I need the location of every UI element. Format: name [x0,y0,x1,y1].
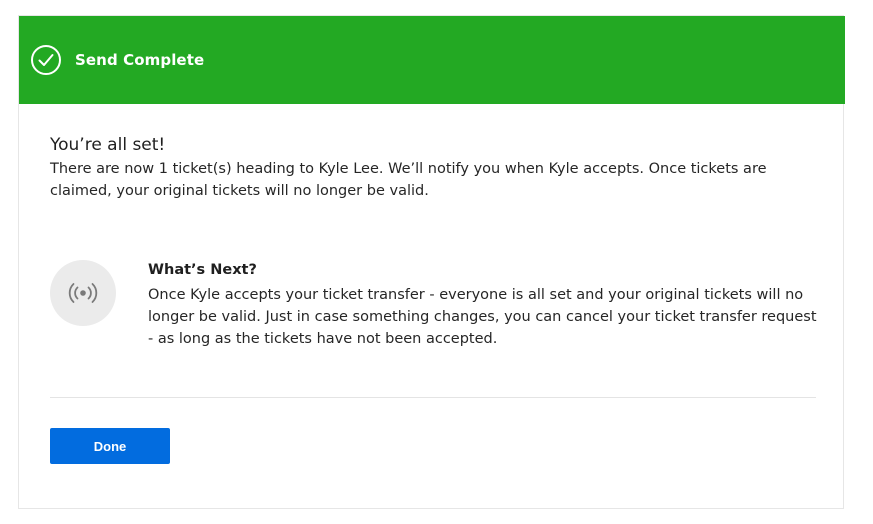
confirmation-heading: You’re all set! [50,135,166,155]
divider [50,397,816,398]
send-complete-card: Send Complete You’re all set! There are … [18,15,845,509]
whats-next-title: What’s Next? [148,262,257,278]
banner-title: Send Complete [75,51,205,69]
check-circle-icon [31,45,61,75]
broadcast-icon [50,260,116,326]
done-button[interactable]: Done [50,428,170,464]
success-banner: Send Complete [19,16,845,104]
whats-next-body: Once Kyle accepts your ticket transfer -… [148,287,817,347]
confirmation-message: There are now 1 ticket(s) heading to Kyl… [50,161,767,199]
